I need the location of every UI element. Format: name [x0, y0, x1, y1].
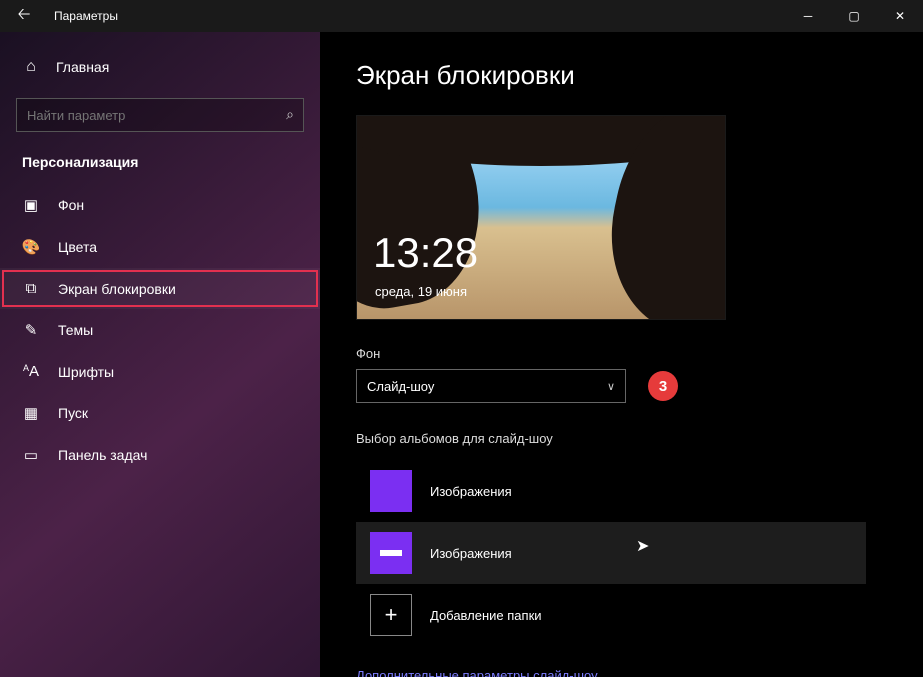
annotation-badge: 3: [648, 371, 678, 401]
album-label: Изображения: [430, 484, 852, 499]
preview-time: 13:28: [373, 229, 478, 277]
start-icon: ▦: [22, 404, 40, 422]
sidebar-item-label: Экран блокировки: [58, 281, 176, 297]
title-bar: 🡠 Параметры ─ ▢ ✕: [0, 0, 923, 32]
close-button[interactable]: ✕: [877, 0, 923, 32]
sidebar-item-label: Пуск: [58, 405, 88, 421]
home-icon: ⌂: [22, 58, 40, 76]
lockscreen-preview: 13:28 среда, 19 июня: [356, 115, 726, 320]
sidebar-home[interactable]: ⌂ Главная: [0, 50, 320, 84]
fonts-icon: AA: [22, 363, 40, 380]
sidebar: ⌂ Главная ⌕ Персонализация ▣ Фон 🎨 Цвета…: [0, 32, 320, 677]
albums-label: Выбор альбомов для слайд-шоу: [356, 431, 893, 446]
chevron-down-icon: ∨: [607, 380, 615, 393]
album-label: Изображения: [430, 546, 852, 561]
background-label: Фон: [356, 346, 893, 361]
sidebar-item-label: Панель задач: [58, 447, 147, 463]
sidebar-home-label: Главная: [56, 59, 109, 75]
folder-thumb-icon: [370, 470, 412, 512]
sidebar-item-lockscreen[interactable]: ⧉ Экран блокировки: [0, 268, 320, 309]
page-title: Экран блокировки: [356, 60, 893, 91]
background-dropdown[interactable]: Слайд-шоу ∨: [356, 369, 626, 403]
sidebar-item-fonts[interactable]: AA Шрифты: [0, 351, 320, 392]
sidebar-item-label: Темы: [58, 322, 93, 338]
add-folder-row[interactable]: + Добавление папки: [356, 584, 866, 646]
album-row[interactable]: Изображения ➤: [356, 522, 866, 584]
sidebar-nav: ▣ Фон 🎨 Цвета ⧉ Экран блокировки ✎ Темы …: [0, 184, 320, 476]
taskbar-icon: ▭: [22, 446, 40, 464]
sidebar-section-title: Персонализация: [0, 132, 320, 184]
minimize-button[interactable]: ─: [785, 0, 831, 32]
add-icon: +: [370, 594, 412, 636]
background-dropdown-value: Слайд-шоу: [367, 379, 434, 394]
advanced-link[interactable]: Дополнительные параметры слайд-шоу: [356, 668, 598, 677]
album-row[interactable]: Изображения: [356, 460, 866, 522]
window-controls: ─ ▢ ✕: [785, 0, 923, 32]
search-box[interactable]: ⌕: [16, 98, 304, 132]
back-button[interactable]: 🡠: [0, 3, 48, 30]
sidebar-item-colors[interactable]: 🎨 Цвета: [0, 226, 320, 268]
sidebar-item-label: Фон: [58, 197, 84, 213]
sidebar-item-label: Цвета: [58, 239, 97, 255]
picture-icon: ▣: [22, 196, 40, 214]
palette-icon: 🎨: [22, 238, 40, 256]
sidebar-item-background[interactable]: ▣ Фон: [0, 184, 320, 226]
themes-icon: ✎: [22, 321, 40, 339]
sidebar-item-taskbar[interactable]: ▭ Панель задач: [0, 434, 320, 476]
search-input[interactable]: [16, 98, 304, 132]
sidebar-item-themes[interactable]: ✎ Темы: [0, 309, 320, 351]
sidebar-item-label: Шрифты: [58, 364, 114, 380]
maximize-button[interactable]: ▢: [831, 0, 877, 32]
preview-date: среда, 19 июня: [375, 284, 467, 299]
search-icon: ⌕: [286, 106, 294, 123]
lockscreen-icon: ⧉: [22, 280, 40, 297]
main-content: Экран блокировки 13:28 среда, 19 июня Фо…: [320, 32, 923, 677]
add-folder-label: Добавление папки: [430, 608, 852, 623]
window-title: Параметры: [48, 9, 118, 23]
sidebar-item-start[interactable]: ▦ Пуск: [0, 392, 320, 434]
folder-thumb-icon: [370, 532, 412, 574]
